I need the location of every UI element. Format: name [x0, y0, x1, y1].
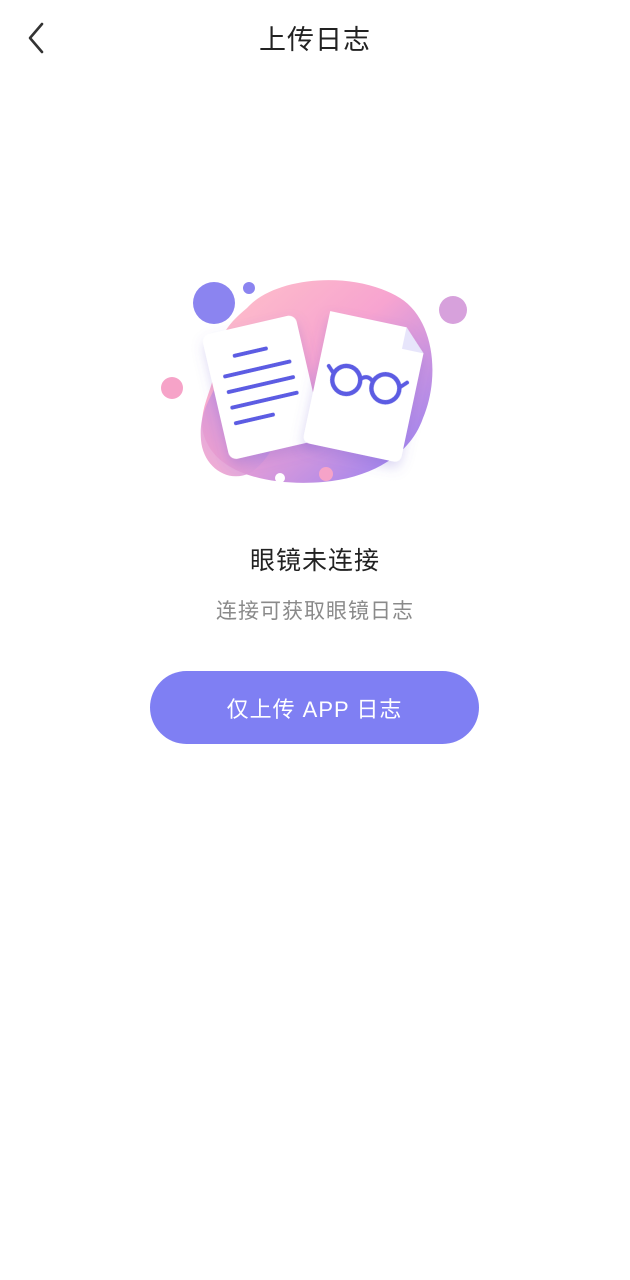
decor-dot: [439, 296, 467, 324]
navigation-bar: 上传日志: [0, 0, 630, 76]
decor-dot: [319, 467, 333, 481]
page-title: 上传日志: [259, 25, 371, 56]
decor-dot: [243, 282, 255, 294]
decor-dot: [193, 282, 235, 324]
decor-dot: [161, 377, 183, 399]
upload-app-log-button[interactable]: 仅上传 APP 日志: [150, 671, 479, 744]
connection-status-title: 眼镜未连接: [249, 546, 380, 575]
decor-dot: [275, 473, 285, 483]
connection-status-subtitle: 连接可获取眼镜日志: [216, 599, 414, 623]
document-glasses-illustration: [155, 268, 475, 498]
